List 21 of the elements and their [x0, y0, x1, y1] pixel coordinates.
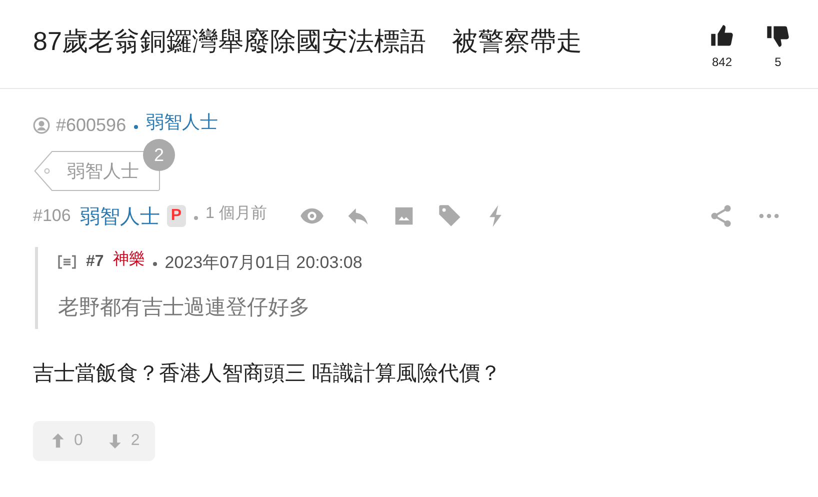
- quoted-text: 老野都有吉士過連登仔好多: [58, 295, 311, 321]
- quoted-user-name: 神樂: [112, 250, 145, 270]
- poster-badge: P: [166, 205, 186, 227]
- post-body: 吉士當飯食？香港人智商頭三 唔識計算風險代價？: [33, 361, 502, 387]
- user-name-link[interactable]: 弱智人士: [146, 110, 218, 134]
- user-id: #600596: [56, 114, 126, 136]
- count-badge: 2: [143, 139, 175, 171]
- post-number: #106: [33, 206, 71, 226]
- quoted-post-date: 2023年07月01日 20:03:08: [164, 252, 362, 274]
- reaction-count: 5: [774, 55, 782, 69]
- user-icon: [33, 116, 50, 134]
- quote-icon: [58, 255, 76, 269]
- poster-name-link[interactable]: 弱智人士: [80, 202, 160, 230]
- thumbs-up-icon[interactable]: [709, 23, 735, 49]
- post-time: 1 個月前: [206, 204, 267, 224]
- vote-count: 0: [74, 432, 83, 450]
- reaction-count: 842: [712, 55, 732, 69]
- tag-icon[interactable]: [436, 203, 463, 229]
- quoted-post-number: #7: [86, 253, 104, 271]
- thread-title: 87歲老翁銅鑼灣舉廢除國安法標語 被警察帶走: [33, 24, 583, 58]
- vote-count: 2: [130, 432, 140, 450]
